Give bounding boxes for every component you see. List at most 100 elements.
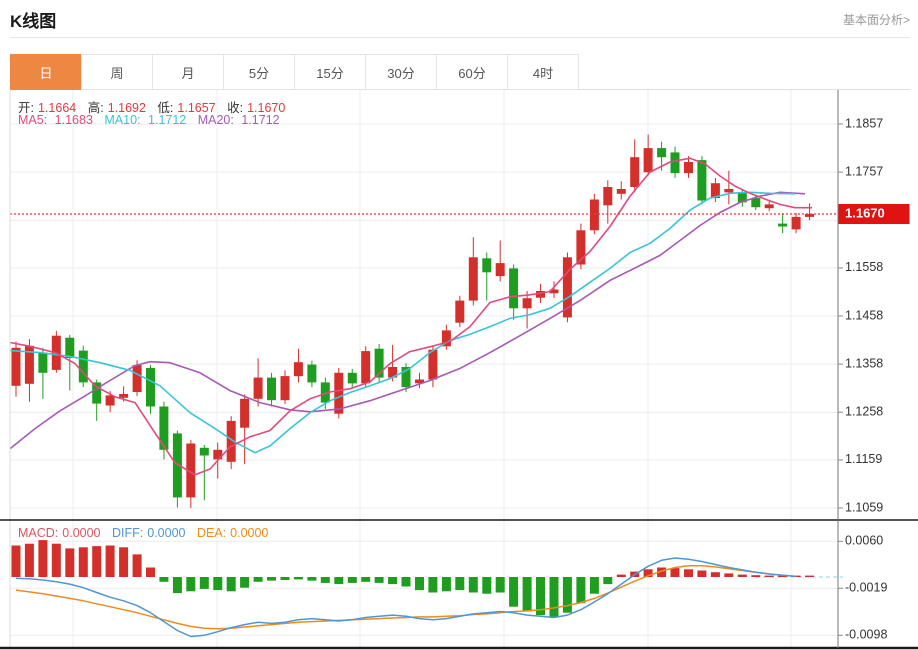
macd-hist-bar <box>334 577 344 585</box>
macd-hist-bar <box>697 570 707 577</box>
macd-hist-bar <box>589 577 599 594</box>
macd-hist-bar <box>468 577 478 593</box>
tab-5min[interactable]: 5分 <box>223 54 295 90</box>
macd-hist-bar <box>186 577 196 592</box>
macd-hist-bar <box>159 577 169 582</box>
ma20-value: 1.1712 <box>241 113 280 127</box>
candle-body <box>724 189 734 193</box>
candle-body <box>65 337 75 358</box>
candle-body <box>522 298 532 309</box>
macd-hist-bar <box>199 577 209 589</box>
tab-15min[interactable]: 15分 <box>294 54 366 90</box>
macd-hist-bar <box>38 540 48 577</box>
axis-tick-label: 1.1458 <box>845 308 883 322</box>
ma-legend: MA5: 1.1683 MA10: 1.1712 MA20: 1.1712 <box>18 113 288 127</box>
axis-tick-label: 1.1258 <box>845 404 883 418</box>
macd-hist-bar <box>388 577 398 585</box>
macd-hist-bar <box>401 577 411 587</box>
candle-body <box>482 258 492 273</box>
axis-tick-label: -0.0019 <box>845 581 887 595</box>
macd-hist-bar <box>616 574 626 577</box>
macd-hist-bar <box>724 573 734 577</box>
candle-body <box>11 347 21 386</box>
candle-body <box>38 352 48 373</box>
tab-60min[interactable]: 60分 <box>436 54 508 90</box>
header-divider <box>10 37 910 38</box>
candle-body <box>240 398 250 428</box>
macd-hist-bar <box>603 577 613 585</box>
macd-hist-bar <box>293 577 303 580</box>
axis-tick-label: 0.0060 <box>845 534 883 548</box>
ma10-label: MA10: <box>104 113 141 127</box>
candle-body <box>253 377 263 399</box>
macd-hist-bar <box>805 575 814 577</box>
macd-hist-bar <box>132 554 142 577</box>
candle-body <box>468 257 478 301</box>
candle-body <box>791 216 801 230</box>
macd-hist-bar <box>172 577 182 594</box>
macd-hist-bar <box>347 577 357 583</box>
candle-body <box>280 376 290 401</box>
ma20-line <box>9 191 806 450</box>
candle-body <box>293 362 303 377</box>
ma10-value: 1.1712 <box>148 113 187 127</box>
macd-hist-bar <box>710 572 720 577</box>
candle-body <box>132 365 142 392</box>
ma20-label: MA20: <box>197 113 234 127</box>
macd-hist-bar <box>65 548 75 577</box>
axis-tick-label: 1.1059 <box>845 500 883 514</box>
macd-legend: MACD: 0.0000 DIFF: 0.0000 DEA: 0.0000 <box>18 526 276 540</box>
candle-body <box>589 199 599 231</box>
dea-value: 0.0000 <box>230 526 269 540</box>
fundamental-analysis-link[interactable]: 基本面分析> <box>843 11 910 28</box>
candle-body <box>764 204 774 209</box>
macd-hist-bar <box>751 575 761 577</box>
macd-hist-bar <box>280 577 290 580</box>
macd-hist-bar <box>415 577 424 591</box>
macd-hist-bar <box>105 545 115 577</box>
candle-body <box>751 198 761 208</box>
ma5-label: MA5: <box>18 113 48 127</box>
axis-tick-label: -0.0098 <box>845 628 887 642</box>
macd-hist-bar <box>24 543 34 577</box>
macd-hist-bar <box>267 577 276 581</box>
candle-body <box>495 263 505 277</box>
candle-body <box>428 349 438 380</box>
macd-hist-bar <box>428 577 438 593</box>
candle-body <box>119 394 129 398</box>
candle-body <box>78 350 88 383</box>
macd-hist-bar <box>684 569 693 577</box>
macd-hist-bar <box>253 577 263 582</box>
axis-tick-label: 1.1757 <box>845 164 883 178</box>
ma5-value: 1.1683 <box>54 113 93 127</box>
macd-hist-bar <box>441 577 451 592</box>
macd-hist-bar <box>78 547 88 577</box>
candle-body <box>697 160 707 201</box>
tab-month[interactable]: 月 <box>152 54 224 90</box>
candle-body <box>307 364 317 383</box>
macd-hist-bar <box>146 567 155 577</box>
macd-hist-bar <box>213 577 223 591</box>
macd-hist-bar <box>549 577 559 617</box>
price-tag-value: 1.1670 <box>845 205 885 220</box>
macd-hist-bar <box>522 577 532 612</box>
candle-body <box>146 368 155 407</box>
macd-value: 0.0000 <box>62 526 101 540</box>
macd-hist-bar <box>509 577 519 607</box>
candle-body <box>657 148 667 158</box>
macd-hist-bar <box>737 574 747 577</box>
candle-body <box>670 152 680 174</box>
candle-body <box>267 377 276 401</box>
tab-week[interactable]: 周 <box>81 54 153 90</box>
tab-day[interactable]: 日 <box>10 54 82 90</box>
page-title: K线图 <box>10 12 57 31</box>
axis-tick-label: 1.1857 <box>845 116 883 130</box>
macd-hist-bar <box>307 577 317 581</box>
candle-body <box>199 447 209 456</box>
tab-4hour[interactable]: 4时 <box>507 54 579 90</box>
tab-30min[interactable]: 30分 <box>365 54 437 90</box>
macd-hist-bar <box>240 577 250 588</box>
macd-hist-bar <box>764 575 774 577</box>
candle-body <box>778 223 788 227</box>
dea-label: DEA: <box>196 526 227 540</box>
